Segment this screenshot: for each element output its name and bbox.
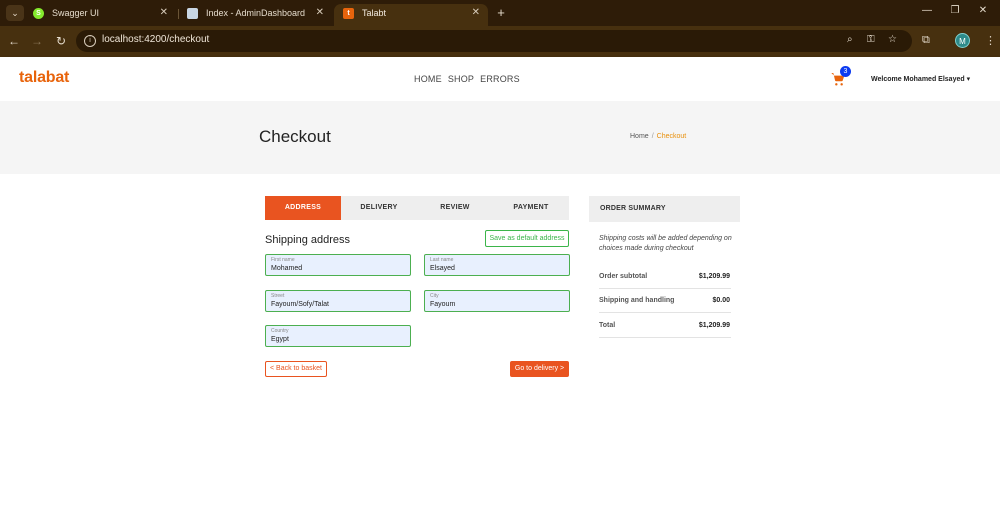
main-nav: HOME SHOP ERRORS	[414, 74, 520, 84]
street-field[interactable]: Street Fayoum/Sofy/Talat	[265, 290, 411, 312]
shipping-cost-note: Shipping costs will be added depending o…	[599, 235, 732, 252]
last-name-field[interactable]: Last name Elsayed	[424, 254, 570, 276]
field-label: Last name	[430, 257, 454, 263]
talabat-logo[interactable]: talabat	[19, 69, 69, 87]
summary-row-subtotal: Order subtotal $1,209.99	[599, 269, 731, 289]
tab-search-chevron-icon[interactable]: ⌄	[6, 5, 24, 21]
step-delivery[interactable]: DELIVERY	[341, 196, 417, 220]
close-icon[interactable]: ✕	[472, 4, 480, 22]
talabat-favicon-icon: t	[343, 8, 354, 19]
new-tab-plus-icon[interactable]: +	[494, 4, 508, 22]
field-value[interactable]: Egypt	[271, 336, 289, 343]
summary-label: Order subtotal	[599, 273, 648, 280]
section-header: Checkout Home / Checkout	[0, 101, 1000, 174]
back-arrow-icon[interactable]: ←	[6, 34, 22, 48]
document-favicon-icon	[187, 8, 198, 19]
summary-value: $0.00	[712, 297, 730, 304]
app-navbar: talabat HOME SHOP ERRORS Welcome Mohamed…	[0, 57, 1000, 101]
summary-label: Total	[599, 322, 616, 329]
shipping-address-heading: Shipping address	[265, 234, 351, 246]
tab-title: Talabt	[362, 8, 387, 18]
tab-title: Swagger UI	[52, 8, 100, 18]
browser-tab-bar: ⌄ S Swagger UI ✕ Index - AdminDashboard …	[0, 0, 1000, 26]
browser-tab-swagger[interactable]: S Swagger UI ✕	[24, 4, 176, 26]
breadcrumb-separator: /	[651, 133, 654, 140]
tab-title: Index - AdminDashboard	[206, 8, 306, 18]
field-value[interactable]: Fayoum	[430, 301, 455, 308]
swagger-favicon-icon: S	[33, 8, 44, 19]
step-payment[interactable]: PAYMENT	[493, 196, 569, 220]
save-default-address-button[interactable]: Save as default address	[485, 230, 569, 247]
cart-count-badge: 3	[840, 66, 851, 77]
country-field[interactable]: Country Egypt	[265, 325, 411, 347]
breadcrumb: Home / Checkout	[630, 133, 686, 140]
field-label: First name	[271, 257, 295, 263]
back-to-basket-button[interactable]: < Back to basket	[265, 361, 327, 377]
nav-link-errors[interactable]: ERRORS	[480, 74, 520, 84]
first-name-field[interactable]: First name Mohamed	[265, 254, 411, 276]
address-bar[interactable]: i localhost:4200/checkout ⌕ ⚿ ☆	[76, 30, 912, 52]
page-title: Checkout	[259, 127, 331, 146]
browser-tab-talabt[interactable]: t Talabt ✕	[334, 4, 488, 26]
summary-value: $1,209.99	[698, 322, 730, 329]
field-value[interactable]: Fayoum/Sofy/Talat	[271, 301, 329, 308]
close-icon[interactable]: ✕	[160, 4, 168, 22]
city-field[interactable]: City Fayoum	[424, 290, 570, 312]
field-label: City	[430, 293, 439, 299]
forward-arrow-icon[interactable]: →	[29, 34, 45, 48]
step-review[interactable]: REVIEW	[417, 196, 493, 220]
summary-label: Shipping and handling	[599, 297, 675, 304]
field-value[interactable]: Elsayed	[430, 265, 455, 272]
browser-tab-admin-dashboard[interactable]: Index - AdminDashboard ✕	[178, 4, 332, 26]
window-close-icon[interactable]: ✕	[973, 5, 993, 16]
order-summary-heading: ORDER SUMMARY	[589, 196, 740, 222]
reload-icon[interactable]: ↻	[53, 34, 69, 48]
close-icon[interactable]: ✕	[316, 4, 324, 22]
zoom-icon[interactable]: ⌕	[847, 34, 853, 45]
summary-row-shipping: Shipping and handling $0.00	[599, 293, 731, 313]
more-menu-icon[interactable]: ⋮	[985, 34, 996, 47]
breadcrumb-current: Checkout	[656, 133, 687, 140]
nav-link-shop[interactable]: SHOP	[448, 74, 474, 84]
extensions-icon[interactable]: ⧉	[922, 34, 930, 47]
user-menu-dropdown[interactable]: Welcome Mohamed Elsayed ▾	[871, 75, 970, 83]
browser-toolbar: ← → ↻ i localhost:4200/checkout ⌕ ⚿ ☆ ⧉ …	[0, 26, 1000, 57]
summary-value: $1,209.99	[698, 273, 730, 280]
nav-link-home[interactable]: HOME	[414, 74, 442, 84]
field-label: Street	[271, 293, 285, 299]
site-info-icon[interactable]: i	[84, 35, 96, 47]
go-to-delivery-button[interactable]: Go to delivery >	[510, 361, 569, 377]
field-value[interactable]: Mohamed	[271, 265, 302, 272]
key-icon[interactable]: ⚿	[867, 34, 875, 45]
url-text[interactable]: localhost:4200/checkout	[102, 34, 209, 45]
breadcrumb-home[interactable]: Home	[630, 133, 649, 140]
step-address[interactable]: ADDRESS	[265, 196, 341, 220]
summary-row-total: Total $1,209.99	[599, 318, 731, 338]
bookmark-star-icon[interactable]: ☆	[888, 34, 897, 45]
minimize-icon[interactable]: —	[917, 5, 937, 16]
checkout-stepper: ADDRESS DELIVERY REVIEW PAYMENT	[265, 196, 569, 220]
profile-avatar[interactable]: M	[955, 33, 970, 48]
field-label: Country	[271, 328, 289, 334]
restore-icon[interactable]: ❐	[945, 5, 965, 16]
